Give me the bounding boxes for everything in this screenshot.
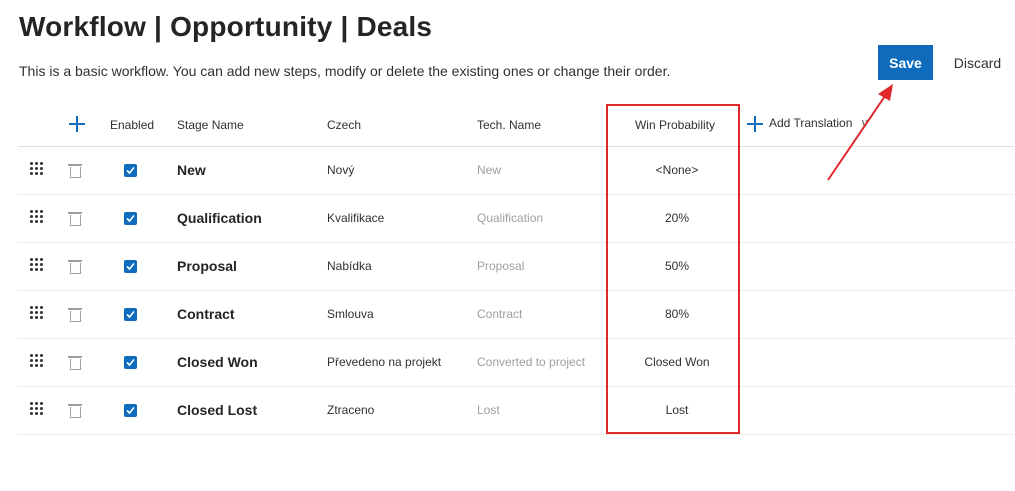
table-row: Qualification Kvalifikace Qualification 20% (18, 195, 1014, 243)
tech-name-cell[interactable]: Qualification (477, 211, 543, 225)
header-stage-name: Stage Name (177, 118, 244, 132)
drag-handle-icon[interactable] (30, 162, 46, 178)
tech-name-cell[interactable]: Proposal (477, 259, 524, 273)
page-description: This is a basic workflow. You can add ne… (19, 63, 671, 79)
czech-name-cell[interactable]: Smlouva (327, 307, 374, 321)
enabled-checkbox[interactable] (124, 164, 137, 177)
header-czech: Czech (327, 118, 362, 132)
czech-name-cell[interactable]: Kvalifikace (327, 211, 384, 225)
add-translation-label: Add Translation (769, 116, 853, 131)
trash-icon[interactable] (68, 356, 82, 370)
drag-handle-icon[interactable] (30, 402, 46, 418)
table-row: Proposal Nabídka Proposal 50% (18, 243, 1014, 291)
trash-icon[interactable] (68, 308, 82, 322)
drag-handle-icon[interactable] (30, 258, 46, 274)
trash-icon[interactable] (68, 212, 82, 226)
save-button[interactable]: Save (878, 45, 933, 80)
czech-name-cell[interactable]: Ztraceno (327, 403, 374, 417)
stage-name-cell[interactable]: Contract (177, 306, 235, 322)
trash-icon[interactable] (68, 164, 82, 178)
add-translation-button[interactable]: Add Translation ∨ (747, 116, 869, 132)
czech-name-cell[interactable]: Nový (327, 163, 354, 177)
enabled-checkbox[interactable] (124, 260, 137, 273)
table-row: New Nový New <None> (18, 147, 1014, 195)
win-probability-highlight-box (606, 104, 740, 434)
discard-button[interactable]: Discard (945, 45, 1010, 80)
trash-icon[interactable] (68, 404, 82, 418)
enabled-checkbox[interactable] (124, 212, 137, 225)
stage-name-cell[interactable]: Proposal (177, 258, 237, 274)
tech-name-cell[interactable]: Converted to project (477, 355, 585, 369)
add-step-plus-icon[interactable] (67, 114, 87, 134)
drag-handle-icon[interactable] (30, 354, 46, 370)
header-tech-name: Tech. Name (477, 118, 542, 132)
stage-name-cell[interactable]: Closed Lost (177, 402, 257, 418)
tech-name-cell[interactable]: New (477, 163, 501, 177)
table-row: Contract Smlouva Contract 80% (18, 291, 1014, 339)
czech-name-cell[interactable]: Převedeno na projekt (327, 355, 441, 369)
czech-name-cell[interactable]: Nabídka (327, 259, 372, 273)
enabled-checkbox[interactable] (124, 356, 137, 369)
drag-handle-icon[interactable] (30, 306, 46, 322)
table-row: Closed Won Převedeno na projekt Converted … (18, 339, 1014, 387)
enabled-checkbox[interactable] (124, 404, 137, 417)
header-enabled: Enabled (110, 118, 155, 132)
stage-name-cell[interactable]: New (177, 162, 206, 178)
tech-name-cell[interactable]: Contract (477, 307, 522, 321)
trash-icon[interactable] (68, 260, 82, 274)
enabled-checkbox[interactable] (124, 308, 137, 321)
stage-name-cell[interactable]: Closed Won (177, 354, 258, 370)
page-title: Workflow | Opportunity | Deals (19, 11, 433, 42)
plus-icon (747, 116, 763, 132)
tech-name-cell[interactable]: Lost (477, 403, 500, 417)
chevron-down-icon[interactable]: ∨ (860, 116, 869, 130)
stage-name-cell[interactable]: Qualification (177, 210, 262, 226)
drag-handle-icon[interactable] (30, 210, 46, 226)
table-header: Enabled Stage Name Czech Tech. Name Win … (18, 106, 1014, 147)
table-row: Closed Lost Ztraceno Lost Lost (18, 387, 1014, 435)
